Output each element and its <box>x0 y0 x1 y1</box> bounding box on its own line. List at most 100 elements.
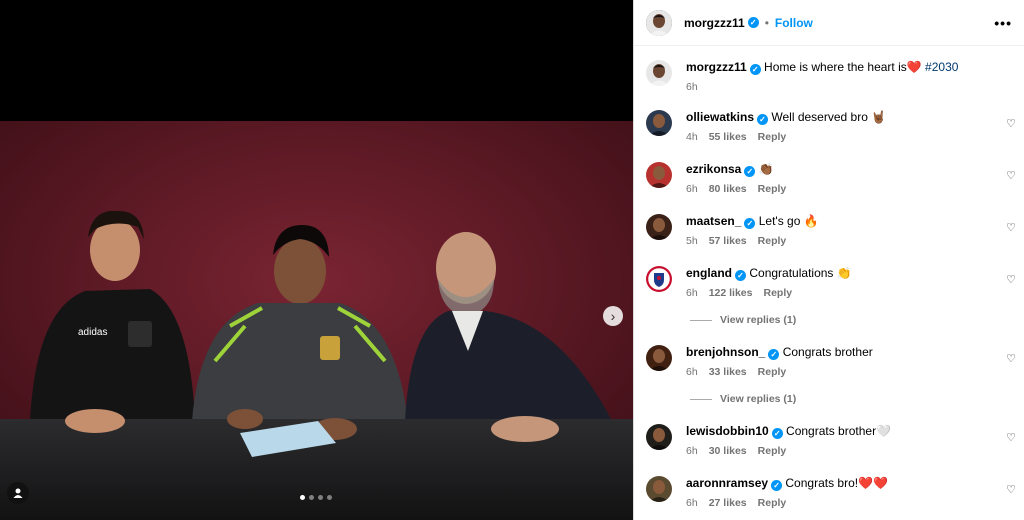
verified-icon: ✓ <box>735 270 747 281</box>
avatar[interactable] <box>646 9 672 36</box>
comment-item: maatsen_ ✓ Let's go 🔥 5h 57 likes Reply <box>646 214 1024 247</box>
avatar[interactable] <box>646 110 672 136</box>
like-heart-icon[interactable]: ♡ <box>1006 431 1016 444</box>
comment-body: 👏🏾 <box>758 162 774 176</box>
avatar-image <box>646 345 672 371</box>
view-replies-label: View replies (1) <box>720 314 797 326</box>
tagged-users-button[interactable] <box>7 482 29 504</box>
comment-meta: 6h 80 likes Reply <box>686 183 797 195</box>
avatar[interactable] <box>646 424 672 450</box>
verified-icon: ✓ <box>747 17 759 28</box>
comment-text: maatsen_ ✓ Let's go 🔥 <box>686 214 819 229</box>
comment-username[interactable]: ezrikonsa <box>686 162 741 176</box>
comment-meta: 4h 55 likes Reply <box>686 131 886 143</box>
post-media: adidas › <box>0 0 633 520</box>
verified-icon: ✓ <box>771 480 783 491</box>
like-heart-icon[interactable]: ♡ <box>1006 169 1016 182</box>
divider <box>690 319 712 321</box>
reply-button[interactable]: Reply <box>758 131 787 143</box>
comment-item: ezrikonsa ✓ 👏🏾 6h 80 likes Reply <box>646 162 1024 195</box>
like-heart-icon[interactable]: ♡ <box>1006 483 1016 496</box>
view-replies-label: View replies (1) <box>720 393 797 405</box>
carousel-next-button[interactable]: › <box>603 306 623 326</box>
avatar-image <box>646 110 672 136</box>
comment-username[interactable]: olliewatkins <box>686 110 754 124</box>
comment-time: 6h <box>686 183 698 195</box>
comment-text: brenjohnson_ ✓ Congrats brother <box>686 345 873 360</box>
avatar[interactable] <box>646 60 672 86</box>
avatar-image <box>646 162 672 188</box>
caption-text: morgzzz11 ✓ Home is where the heart is❤️ … <box>686 60 958 75</box>
avatar-image <box>646 214 672 240</box>
like-heart-icon[interactable]: ♡ <box>1006 221 1016 234</box>
comment-text: olliewatkins ✓ Well deserved bro 🤘🏾 <box>686 110 886 125</box>
more-options-icon[interactable]: ••• <box>994 15 1012 31</box>
comment-body: Well deserved bro 🤘🏾 <box>771 110 887 124</box>
reply-button[interactable]: Reply <box>758 366 787 378</box>
comment-likes[interactable]: 55 likes <box>709 131 747 143</box>
like-heart-icon[interactable]: ♡ <box>1006 273 1016 286</box>
signing-photo-illustration: adidas <box>0 121 633 520</box>
avatar[interactable] <box>646 214 672 240</box>
comment-body: Congrats brother <box>782 345 873 359</box>
separator: • <box>764 15 769 30</box>
comment-username[interactable]: england <box>686 266 732 280</box>
comment-text: lewisdobbin10 ✓ Congrats brother🤍 <box>686 424 891 439</box>
comment-likes[interactable]: 122 likes <box>709 287 753 299</box>
comment-meta: 5h 57 likes Reply <box>686 235 819 247</box>
comment-body: Congrats brother🤍 <box>786 424 892 438</box>
avatar[interactable] <box>646 162 672 188</box>
post-sidebar: morgzzz11 ✓ • Follow ••• morgzzz11 ✓ Home… <box>633 0 1024 520</box>
comment-username[interactable]: maatsen_ <box>686 214 741 228</box>
verified-icon: ✓ <box>744 218 756 229</box>
avatar-image <box>646 424 672 450</box>
avatar[interactable] <box>646 476 672 502</box>
follow-button[interactable]: Follow <box>775 16 813 30</box>
comment-item: england ✓ Congratulations 👏 6h 122 likes Rep… <box>646 266 1024 299</box>
comment-item: aaronnramsey ✓ Congrats bro!❤️❤️ 6h 27 like… <box>646 476 1024 509</box>
comment-likes[interactable]: 27 likes <box>709 497 747 509</box>
comment-likes[interactable]: 33 likes <box>709 366 747 378</box>
comment-body: Congratulations 👏 <box>749 266 852 280</box>
author-username[interactable]: morgzzz11 <box>684 16 745 30</box>
view-replies-button[interactable]: View replies (1) <box>690 393 796 405</box>
comment-meta: 6h 33 likes Reply <box>686 366 873 378</box>
view-replies-button[interactable]: View replies (1) <box>690 314 796 326</box>
post-photo: adidas <box>0 121 633 520</box>
verified-icon: ✓ <box>744 166 756 177</box>
comment-text: ezrikonsa ✓ 👏🏾 <box>686 162 797 177</box>
chevron-right-icon: › <box>610 308 616 324</box>
comment-username[interactable]: brenjohnson_ <box>686 345 765 359</box>
post-header: morgzzz11 ✓ • Follow ••• <box>634 0 1024 46</box>
comment-item: brenjohnson_ ✓ Congrats brother 6h 33 likes… <box>646 345 1024 378</box>
reply-button[interactable]: Reply <box>758 235 787 247</box>
divider <box>690 398 712 400</box>
comment-likes[interactable]: 30 likes <box>709 445 747 457</box>
reply-button[interactable]: Reply <box>758 445 787 457</box>
reply-button[interactable]: Reply <box>758 497 787 509</box>
comment-time: 4h <box>686 131 698 143</box>
like-heart-icon[interactable]: ♡ <box>1006 352 1016 365</box>
verified-icon: ✓ <box>757 114 769 125</box>
comment-username[interactable]: aaronnramsey <box>686 476 768 490</box>
comment-time: 6h <box>686 497 698 509</box>
comment-likes[interactable]: 80 likes <box>709 183 747 195</box>
comment-body: Let's go 🔥 <box>758 214 819 228</box>
comment-item: lewisdobbin10 ✓ Congrats brother🤍 6h 30 lik… <box>646 424 1024 457</box>
comment-meta: 6h 30 likes Reply <box>686 445 891 457</box>
avatar-image <box>646 60 672 86</box>
reply-button[interactable]: Reply <box>763 287 792 299</box>
verified-icon: ✓ <box>768 349 780 360</box>
caption-username[interactable]: morgzzz11 <box>686 60 747 74</box>
avatar[interactable] <box>646 266 672 292</box>
avatar-image <box>646 9 672 36</box>
comment-time: 6h <box>686 366 698 378</box>
comment-username[interactable]: lewisdobbin10 <box>686 424 769 438</box>
person-icon <box>13 488 23 498</box>
caption-time: 6h <box>686 81 698 93</box>
comment-likes[interactable]: 57 likes <box>709 235 747 247</box>
reply-button[interactable]: Reply <box>758 183 787 195</box>
like-heart-icon[interactable]: ♡ <box>1006 117 1016 130</box>
hashtag-link[interactable]: #2030 <box>925 60 958 74</box>
avatar[interactable] <box>646 345 672 371</box>
